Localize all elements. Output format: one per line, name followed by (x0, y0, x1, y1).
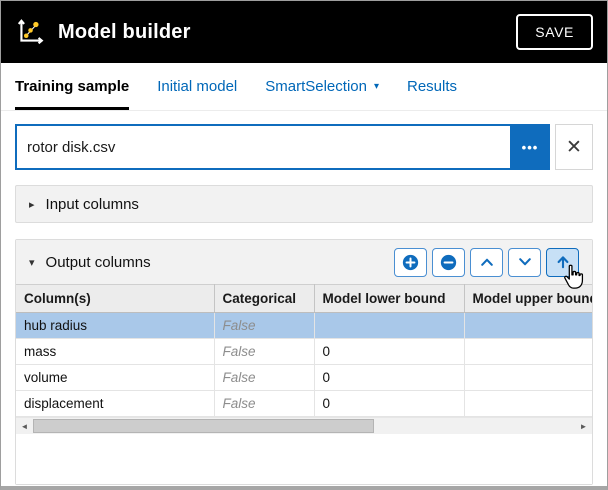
tab-training-sample[interactable]: Training sample (15, 63, 129, 110)
dropdown-caret-icon[interactable]: ▾ (374, 81, 379, 92)
app-logo-icon (15, 17, 45, 47)
tab-bar: Training sample Initial model SmartSelec… (1, 63, 607, 111)
close-icon: ✕ (566, 137, 582, 158)
chevron-up-icon (479, 254, 495, 270)
cell-column-name[interactable]: hub radius (16, 313, 214, 339)
expanded-arrow-icon: ▾ (29, 256, 35, 269)
table-row[interactable]: mass False 0 (16, 339, 592, 365)
scrollbar-thumb[interactable] (33, 419, 374, 433)
minus-icon (440, 254, 457, 271)
model-builder-window: Model builder SAVE Training sample Initi… (0, 0, 608, 490)
cell-categorical[interactable]: False (214, 339, 314, 365)
cell-categorical[interactable]: False (214, 365, 314, 391)
cell-lower-bound[interactable]: 0 (314, 339, 464, 365)
cell-upper-bound[interactable] (464, 365, 592, 391)
cell-upper-bound[interactable] (464, 391, 592, 417)
move-up-button[interactable] (470, 248, 503, 277)
ellipsis-icon: ••• (522, 140, 539, 155)
panel-bottom-space (16, 434, 592, 484)
table-row[interactable]: hub radius False (16, 313, 592, 339)
move-to-top-button[interactable] (546, 248, 579, 277)
output-columns-table: Column(s) Categorical Model lower bound … (16, 284, 592, 417)
cell-upper-bound[interactable] (464, 313, 592, 339)
app-title: Model builder (58, 21, 191, 44)
input-columns-label: Input columns (46, 196, 139, 213)
table-row[interactable]: displacement False 0 (16, 391, 592, 417)
output-columns-toggle[interactable]: ▾ Output columns (29, 254, 151, 271)
output-columns-toolbar (394, 248, 579, 277)
column-header-upper-bound: Model upper bound (464, 285, 592, 313)
collapsed-arrow-icon: ▸ (29, 198, 35, 211)
tab-results[interactable]: Results (407, 63, 457, 110)
cell-categorical[interactable]: False (214, 391, 314, 417)
cell-column-name[interactable]: displacement (16, 391, 214, 417)
column-header-categorical: Categorical (214, 285, 314, 313)
training-file-input[interactable] (15, 124, 510, 170)
scroll-right-icon[interactable]: ► (575, 418, 592, 434)
remove-column-button[interactable] (432, 248, 465, 277)
add-column-button[interactable] (394, 248, 427, 277)
output-columns-header: ▾ Output columns (16, 240, 592, 284)
cell-lower-bound[interactable]: 0 (314, 365, 464, 391)
cell-upper-bound[interactable] (464, 339, 592, 365)
arrow-up-icon (555, 254, 571, 270)
save-button[interactable]: SAVE (516, 14, 593, 50)
cell-lower-bound[interactable] (314, 313, 464, 339)
chevron-down-icon (517, 254, 533, 270)
scroll-left-icon[interactable]: ◄ (16, 418, 33, 434)
clear-file-button[interactable]: ✕ (555, 124, 593, 170)
cell-column-name[interactable]: volume (16, 365, 214, 391)
cell-column-name[interactable]: mass (16, 339, 214, 365)
output-columns-label: Output columns (46, 254, 151, 271)
plus-icon (402, 254, 419, 271)
output-columns-table-viewport: Column(s) Categorical Model lower bound … (16, 284, 592, 417)
output-columns-panel: ▾ Output columns (15, 239, 593, 485)
scrollbar-track[interactable] (33, 418, 575, 434)
column-header-columns: Column(s) (16, 285, 214, 313)
table-row[interactable]: volume False 0 (16, 365, 592, 391)
move-down-button[interactable] (508, 248, 541, 277)
table-header-row: Column(s) Categorical Model lower bound … (16, 285, 592, 313)
column-header-lower-bound: Model lower bound (314, 285, 464, 313)
horizontal-scrollbar[interactable]: ◄ ► (16, 417, 592, 434)
tab-smartselection[interactable]: SmartSelection ▾ (265, 63, 379, 110)
cell-categorical[interactable]: False (214, 313, 314, 339)
cell-lower-bound[interactable]: 0 (314, 391, 464, 417)
titlebar: Model builder SAVE (1, 1, 607, 63)
tab-initial-model[interactable]: Initial model (157, 63, 237, 110)
tab-smartselection-label: SmartSelection (265, 78, 367, 95)
browse-button[interactable]: ••• (510, 124, 550, 170)
file-row: ••• ✕ (1, 111, 607, 181)
input-columns-panel[interactable]: ▸ Input columns (15, 185, 593, 223)
